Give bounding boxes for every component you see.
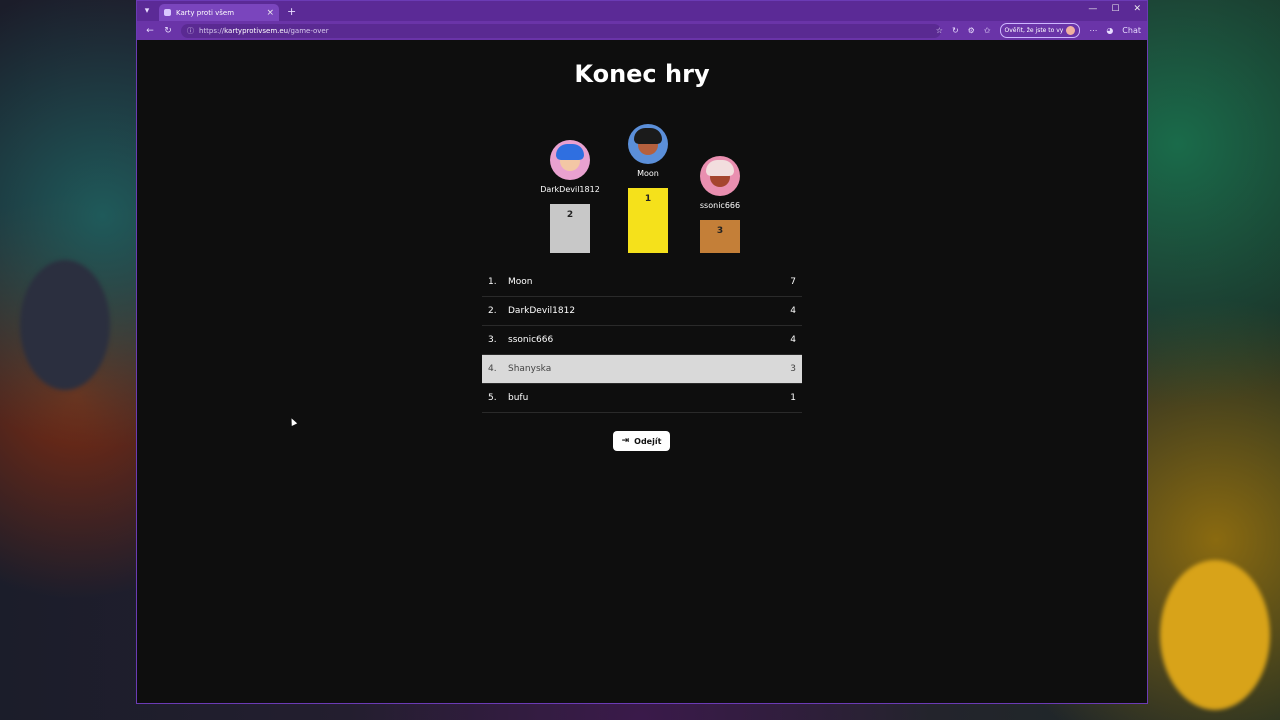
tab-active[interactable]: Karty proti všem × [159, 4, 279, 21]
podium-name: Moon [637, 169, 659, 178]
podium-block-third: 3 [700, 220, 740, 253]
favicon-icon [164, 9, 171, 16]
rank-number: 5. [488, 393, 497, 403]
ranking-row: 3. ssonic666 4 [482, 326, 802, 355]
player-score: 4 [790, 306, 796, 316]
new-tab-icon[interactable]: + [287, 5, 296, 18]
exit-button[interactable]: ⇥ Odejít [613, 431, 670, 451]
background-glow-right [1160, 560, 1270, 710]
exit-label: Odejít [634, 436, 662, 446]
ranking-row: 2. DarkDevil1812 4 [482, 297, 802, 326]
podium-block-first: 1 [628, 188, 668, 253]
minimize-icon[interactable]: — [1088, 4, 1097, 14]
url-field[interactable]: ⓘ https://kartyprotivsem.eu/game-over [181, 23, 941, 38]
favorites-icon[interactable]: ✩ [984, 26, 991, 35]
player-score: 3 [790, 364, 796, 374]
tab-bar: ▾ Karty proti všem × + — ☐ ✕ [137, 1, 1147, 21]
rank-number: 3. [488, 335, 497, 345]
copilot-icon[interactable]: ◕ [1106, 26, 1113, 35]
ranking-row-current-player: 4. Shanyska 3 [482, 355, 802, 384]
player-name: Moon [508, 277, 533, 287]
player-score: 1 [790, 393, 796, 403]
ranking-row: 1. Moon 7 [482, 268, 802, 297]
extensions-icon[interactable]: ⚙ [968, 26, 975, 35]
profile-avatar [1066, 26, 1076, 35]
reload-icon[interactable]: ↻ [159, 26, 177, 36]
url-prefix: https:// [199, 26, 225, 35]
tab-list-icon[interactable]: ▾ [139, 1, 155, 21]
avatar [700, 156, 740, 196]
maximize-icon[interactable]: ☐ [1111, 4, 1119, 14]
player-name: Shanyska [508, 364, 552, 374]
back-icon[interactable]: ← [141, 26, 159, 36]
page-title: Konec hry [574, 60, 710, 88]
player-score: 4 [790, 335, 796, 345]
background-glow-left [20, 260, 110, 390]
site-info-icon[interactable]: ⓘ [187, 26, 194, 36]
player-score: 7 [790, 277, 796, 287]
refresh-extension-icon[interactable]: ↻ [952, 26, 959, 35]
chat-label[interactable]: Chat [1122, 26, 1141, 35]
podium-name: ssonic666 [699, 201, 741, 210]
avatar [550, 140, 590, 180]
podium-player-second: DarkDevil1812 [530, 140, 610, 194]
browser-window: ▾ Karty proti všem × + — ☐ ✕ ← ↻ ⓘ https… [136, 0, 1148, 704]
more-menu-icon[interactable]: ⋯ [1089, 26, 1097, 35]
address-bar: ← ↻ ⓘ https://kartyprotivsem.eu/game-ove… [137, 21, 1147, 40]
ranking-row: 5. bufu 1 [482, 384, 802, 413]
verify-label: Ověřit, že jste to vy [1004, 27, 1064, 34]
exit-icon: ⇥ [621, 436, 630, 446]
podium-player-first: Moon [608, 124, 688, 178]
window-controls: — ☐ ✕ [1088, 4, 1141, 14]
tab-close-icon[interactable]: × [266, 8, 274, 18]
rank-number: 2. [488, 306, 497, 316]
avatar [628, 124, 668, 164]
player-name: DarkDevil1812 [508, 306, 576, 316]
podium-block-second: 2 [550, 204, 590, 253]
podium-name: DarkDevil1812 [540, 185, 600, 194]
url-path: /game-over [288, 26, 329, 35]
player-name: ssonic666 [508, 335, 554, 345]
player-name: bufu [508, 393, 529, 403]
favorite-star-icon[interactable]: ☆ [936, 26, 943, 35]
ranking-list: 1. Moon 7 2. DarkDevil1812 4 3. ssonic66… [482, 268, 802, 413]
podium-player-third: ssonic666 [680, 156, 760, 210]
profile-verify-button[interactable]: Ověřit, že jste to vy [999, 23, 1081, 38]
tab-title: Karty proti všem [176, 8, 235, 17]
game-over-page: Konec hry DarkDevil1812 2 Moon 1 ssonic6… [137, 40, 1147, 703]
rank-number: 1. [488, 277, 497, 287]
browser-toolbar: ☆ ↻ ⚙ ✩ Ověřit, že jste to vy ⋯ ◕ Chat [936, 23, 1141, 38]
close-window-icon[interactable]: ✕ [1133, 4, 1141, 14]
rank-number: 4. [488, 364, 497, 374]
url-host: kartyprotivsem.eu [224, 26, 289, 35]
